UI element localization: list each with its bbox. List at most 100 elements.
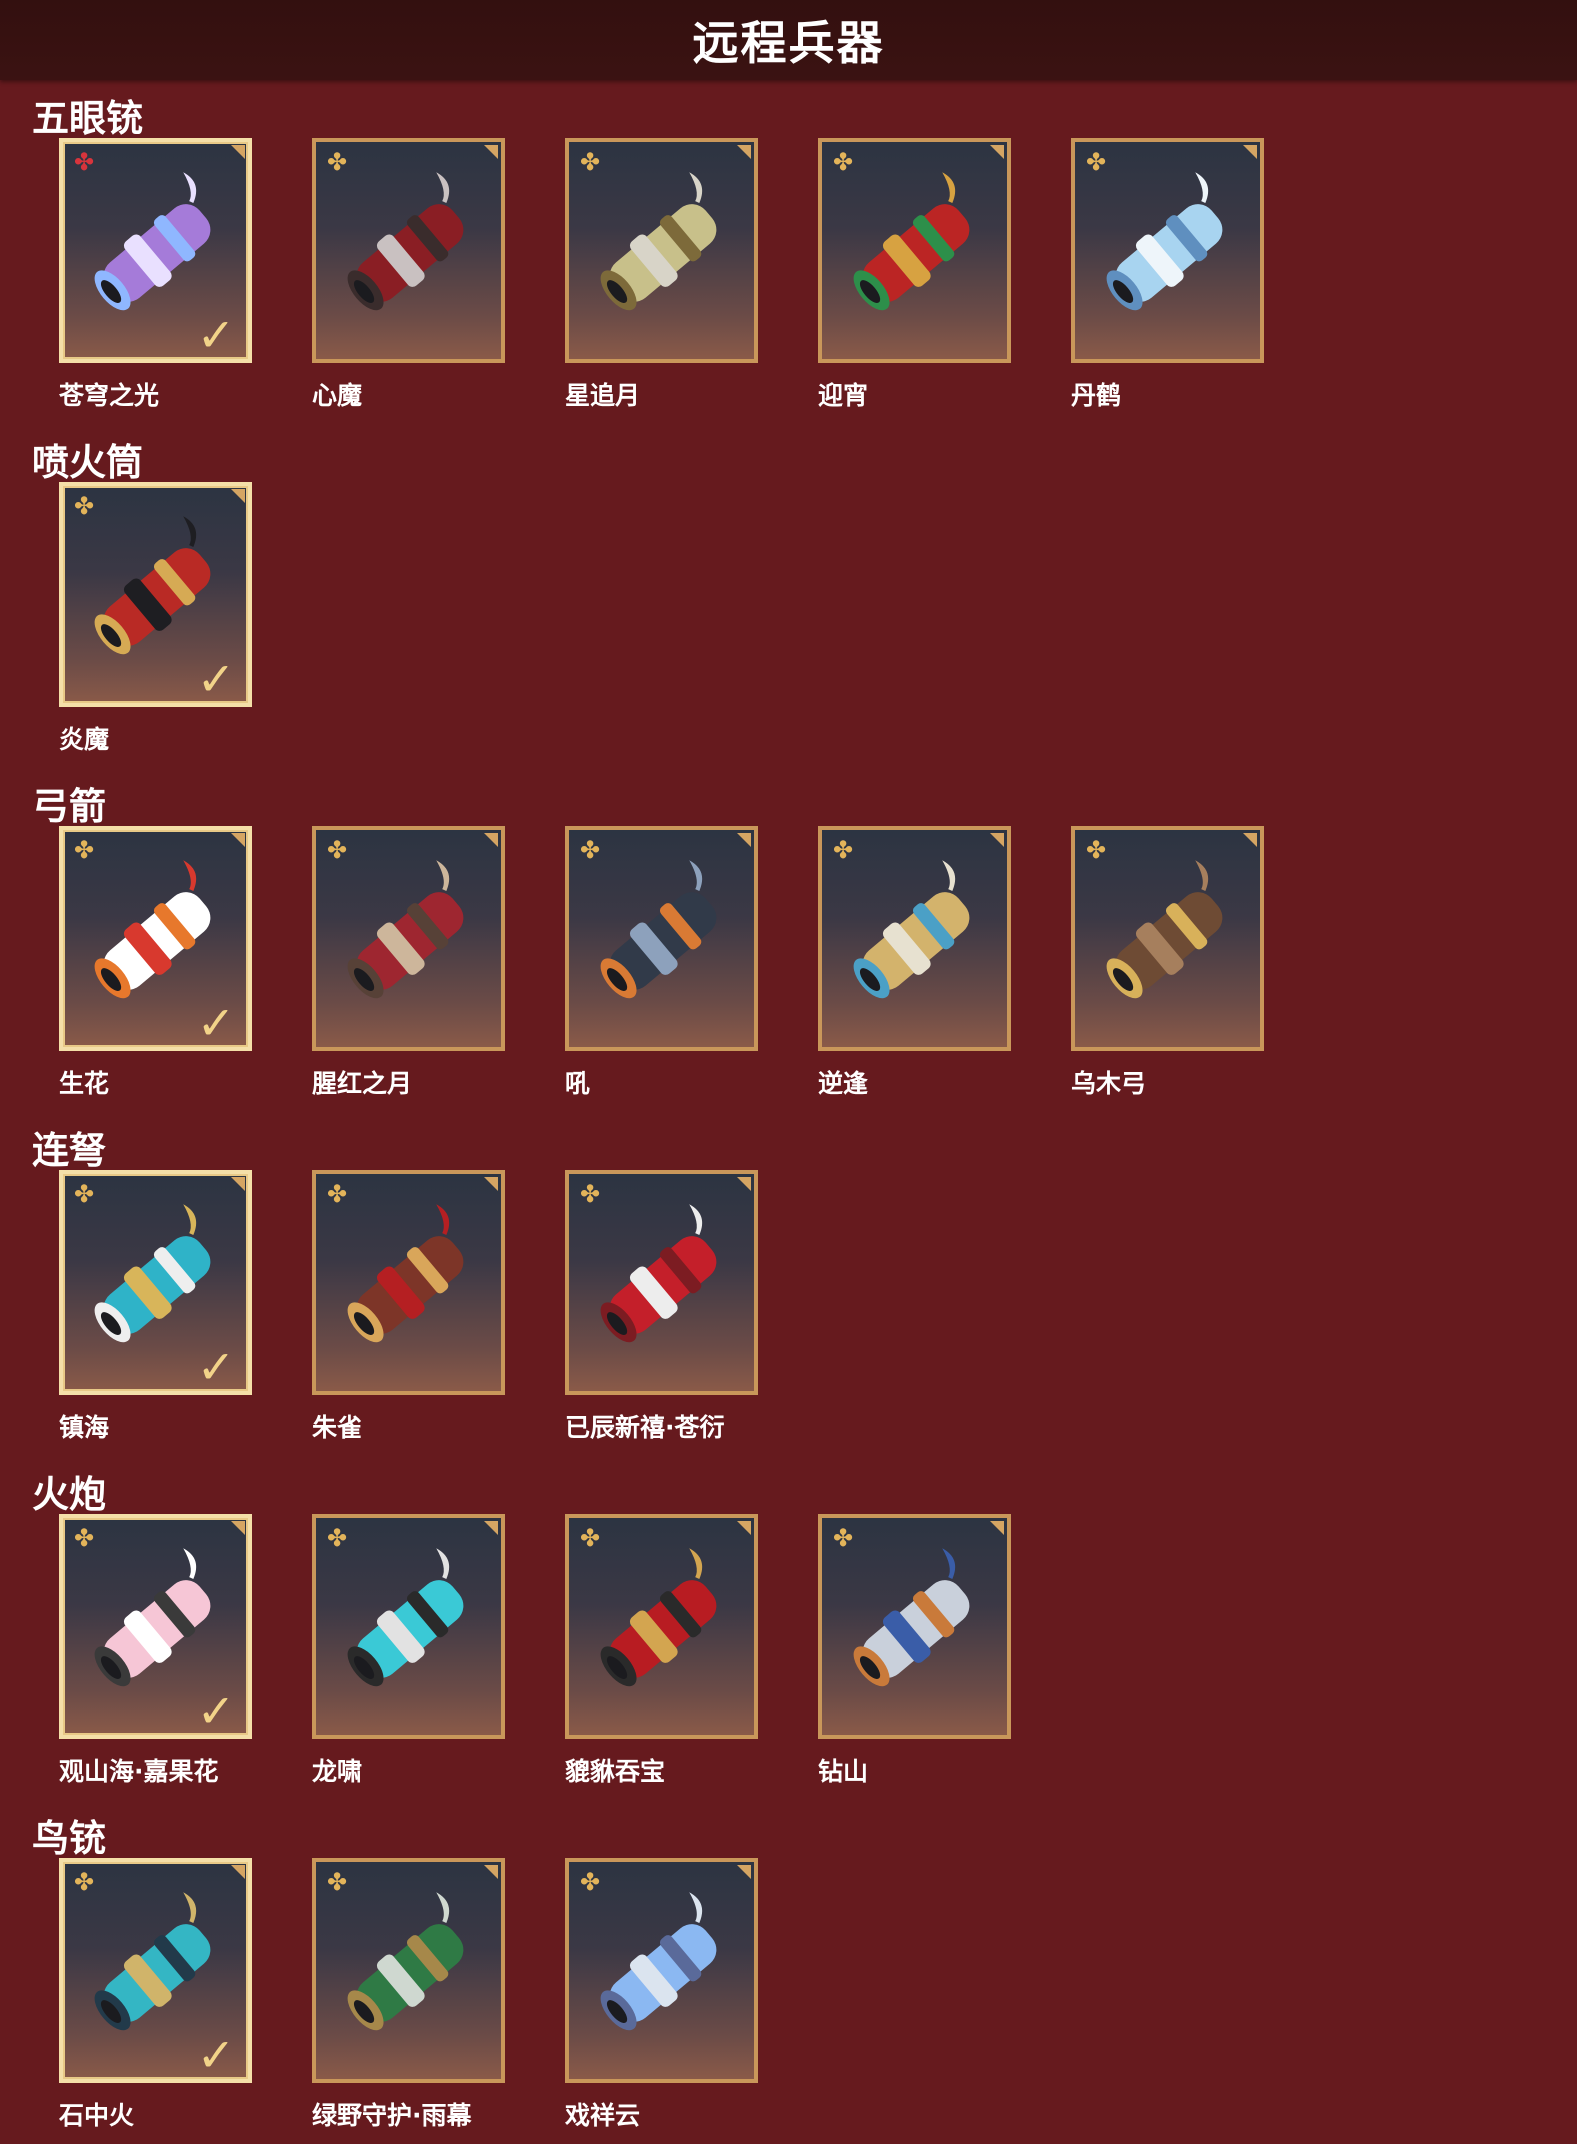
weapon-card[interactable]: ✤ 迎宵 [818,138,1013,418]
corner-tab-icon [231,489,245,503]
weapon-thumbnail[interactable]: ✤ ✓ [59,1170,252,1395]
weapon-card[interactable]: ✤ 已辰新禧·苍衍 [565,1170,760,1450]
weapon-card[interactable]: ✤ 吼 [565,826,760,1106]
card-bottom-bar [63,361,252,363]
weapon-name: 戏祥云 [565,2101,641,2130]
weapon-thumbnail[interactable]: ✤ ✓ [59,826,252,1051]
card-bottom-bar [63,1393,252,1395]
weapon-thumbnail[interactable]: ✤ [565,1858,758,2083]
section-6: 鸟铳 ✤ ✓ 石中火 ✤ 绿野守护·雨幕 ✤ 戏祥云 [0,1800,1577,2144]
corner-tab-icon [231,145,245,159]
card-bottom-bar [63,2081,252,2083]
weapon-thumbnail[interactable]: ✤ [312,826,505,1051]
section-1: 五眼铳 ✤ ✓ 苍穹之光 ✤ 心魔 ✤ 星追月 ✤ 迎宵 ✤ 丹鹤 [0,80,1577,424]
weapon-thumbnail[interactable]: ✤ ✓ [59,482,252,707]
weapon-thumbnail[interactable]: ✤ [312,1858,505,2083]
corner-tab-icon [990,145,1004,159]
weapon-name: 已辰新禧·苍衍 [565,1413,725,1442]
checkmark-icon: ✓ [196,2028,236,2082]
weapon-thumbnail[interactable]: ✤ ✓ [59,138,252,363]
corner-tab-icon [990,833,1004,847]
card-bottom-bar [63,1049,252,1051]
weapon-image [853,172,970,311]
weapon-name: 石中火 [59,2101,135,2130]
weapon-thumbnail[interactable]: ✤ [565,1514,758,1739]
weapon-thumbnail[interactable]: ✤ [1071,826,1264,1051]
checkmark-icon: ✓ [196,308,236,362]
section-title: 火炮 [32,1473,106,1516]
weapon-thumbnail[interactable]: ✤ [312,1514,505,1739]
checkmark-icon: ✓ [196,652,236,706]
section-5: 火炮 ✤ ✓ 观山海·嘉果花 ✤ 龙啸 ✤ 貔貅吞宝 ✤ 钻山 [0,1456,1577,1800]
corner-tab-icon [1243,833,1257,847]
weapon-card[interactable]: ✤ 绿野守护·雨幕 [312,1858,507,2138]
weapon-thumbnail[interactable]: ✤ [818,1514,1011,1739]
weapon-image [600,172,717,311]
weapon-name: 乌木弓 [1071,1069,1147,1098]
card-bottom-bar [822,1049,1011,1051]
weapon-card[interactable]: ✤ 戏祥云 [565,1858,760,2138]
weapon-thumbnail[interactable]: ✤ [1071,138,1264,363]
weapon-image [347,1892,464,2031]
section-title: 五眼铳 [32,97,143,140]
weapon-card[interactable]: ✤ 腥红之月 [312,826,507,1106]
weapon-name: 绿野守护·雨幕 [312,2101,472,2130]
weapon-card[interactable]: ✤ 朱雀 [312,1170,507,1450]
card-bottom-bar [569,2081,758,2083]
corner-tab-icon [737,1521,751,1535]
weapon-image [1106,172,1223,311]
corner-tab-icon [737,1865,751,1879]
weapon-card[interactable]: ✤ 貔貅吞宝 [565,1514,760,1794]
weapon-thumbnail[interactable]: ✤ ✓ [59,1858,252,2083]
weapon-name: 观山海·嘉果花 [59,1757,219,1786]
section-4: 连弩 ✤ ✓ 镇海 ✤ 朱雀 ✤ 已辰新禧·苍衍 [0,1112,1577,1456]
weapon-card[interactable]: ✤ 逆逢 [818,826,1013,1106]
weapon-name: 生花 [59,1069,110,1098]
corner-tab-icon [231,1865,245,1879]
corner-tab-icon [231,1521,245,1535]
weapon-name: 腥红之月 [312,1069,413,1098]
weapon-thumbnail[interactable]: ✤ [565,826,758,1051]
weapon-card[interactable]: ✤ ✓ 石中火 [59,1858,254,2138]
weapon-card[interactable]: ✤ 钻山 [818,1514,1013,1794]
card-bottom-bar [822,1737,1011,1739]
card-bottom-bar [316,2081,505,2083]
weapon-image [347,860,464,999]
corner-tab-icon [231,1177,245,1191]
weapon-thumbnail[interactable]: ✤ [818,826,1011,1051]
weapon-card[interactable]: ✤ ✓ 观山海·嘉果花 [59,1514,254,1794]
weapon-card[interactable]: ✤ 龙啸 [312,1514,507,1794]
weapon-card[interactable]: ✤ 星追月 [565,138,760,418]
corner-tab-icon [737,145,751,159]
weapon-name: 苍穹之光 [59,381,160,410]
weapon-card[interactable]: ✤ ✓ 镇海 [59,1170,254,1450]
card-bottom-bar [316,1737,505,1739]
corner-tab-icon [484,833,498,847]
weapon-card[interactable]: ✤ 乌木弓 [1071,826,1266,1106]
corner-tab-icon [737,833,751,847]
weapon-name: 逆逢 [818,1069,869,1098]
weapon-thumbnail[interactable]: ✤ [818,138,1011,363]
card-bottom-bar [569,1393,758,1395]
weapon-thumbnail[interactable]: ✤ [565,1170,758,1395]
weapon-card[interactable]: ✤ ✓ 生花 [59,826,254,1106]
weapon-thumbnail[interactable]: ✤ [312,1170,505,1395]
weapon-thumbnail[interactable]: ✤ [565,138,758,363]
card-bottom-bar [569,1737,758,1739]
weapon-card[interactable]: ✤ ✓ 炎魔 [59,482,254,762]
section-title: 连弩 [32,1129,106,1172]
weapon-thumbnail[interactable]: ✤ [312,138,505,363]
weapon-image [600,1892,717,2031]
weapon-thumbnail[interactable]: ✤ ✓ [59,1514,252,1739]
checkmark-icon: ✓ [196,1684,236,1738]
weapon-card[interactable]: ✤ 心魔 [312,138,507,418]
weapon-card[interactable]: ✤ 丹鹤 [1071,138,1266,418]
section-title: 弓箭 [32,785,106,828]
corner-tab-icon [1243,145,1257,159]
corner-tab-icon [484,145,498,159]
corner-tab-icon [737,1177,751,1191]
corner-tab-icon [484,1177,498,1191]
page-title: 远程兵器 [692,16,885,70]
weapon-image [347,1548,464,1687]
weapon-card[interactable]: ✤ ✓ 苍穹之光 [59,138,254,418]
